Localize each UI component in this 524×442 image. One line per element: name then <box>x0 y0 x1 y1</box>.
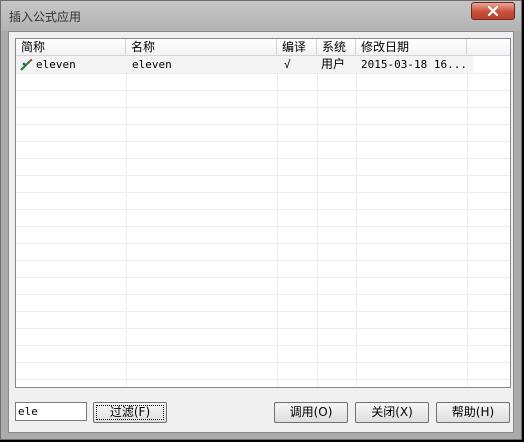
grid-row-line <box>16 107 510 108</box>
close-button[interactable]: 关闭(X) <box>355 402 429 423</box>
column-header-filler <box>467 39 510 56</box>
cell-compiled: √ <box>284 58 291 71</box>
grid-row-line <box>16 243 510 244</box>
grid-row-line <box>16 379 510 380</box>
grid-row-line <box>16 294 510 295</box>
close-x-icon <box>487 6 499 16</box>
grid-row-line <box>16 175 510 176</box>
grid-row-line <box>16 277 510 278</box>
grid-row-line <box>16 158 510 159</box>
grid-column-line <box>467 56 468 387</box>
list-header: 简称 名称 编译 系统 修改日期 <box>16 39 510 56</box>
dialog-client-area: 简称 名称 编译 系统 修改日期 eleven eleven √ 用户 2015… <box>8 31 514 433</box>
column-header-name[interactable]: 名称 <box>126 39 277 56</box>
invoke-button[interactable]: 调用(O) <box>274 402 348 423</box>
cell-modified: 2015-03-18 16... <box>361 58 467 71</box>
filter-button[interactable]: 过滤(F) <box>93 402 167 423</box>
formula-list[interactable]: 简称 名称 编译 系统 修改日期 eleven eleven √ 用户 2015… <box>15 38 511 388</box>
grid-row-line <box>16 209 510 210</box>
grid-column-line <box>277 56 278 387</box>
help-button[interactable]: 帮助(H) <box>436 402 510 423</box>
formula-pencil-icon <box>20 59 33 71</box>
close-window-button[interactable] <box>471 2 515 20</box>
grid-row-line <box>16 141 510 142</box>
grid-column-line <box>356 56 357 387</box>
grid-row-line <box>16 362 510 363</box>
insert-formula-dialog: 插入公式应用 简称 名称 编译 系统 修改日期 eleven eleven √ … <box>0 0 522 440</box>
grid-row-line <box>16 73 510 74</box>
title-bar: 插入公式应用 <box>1 1 521 31</box>
cell-name: eleven <box>132 58 172 71</box>
grid-row-line <box>16 260 510 261</box>
column-header-short-name[interactable]: 简称 <box>16 39 126 56</box>
column-header-system[interactable]: 系统 <box>317 39 356 56</box>
grid-row-line <box>16 192 510 193</box>
grid-row-line <box>16 124 510 125</box>
grid-row-line <box>16 345 510 346</box>
grid-row-line <box>16 90 510 91</box>
window-title: 插入公式应用 <box>9 10 82 24</box>
grid-row-line <box>16 226 510 227</box>
cell-short-name: eleven <box>36 58 76 71</box>
cell-system: 用户 <box>321 57 346 71</box>
grid-row-line <box>16 311 510 312</box>
column-header-compiled[interactable]: 编译 <box>277 39 317 56</box>
column-header-modified[interactable]: 修改日期 <box>356 39 467 56</box>
grid-column-line <box>317 56 318 387</box>
filter-input[interactable] <box>15 402 87 421</box>
grid-column-line <box>126 56 127 387</box>
grid-row-line <box>16 328 510 329</box>
